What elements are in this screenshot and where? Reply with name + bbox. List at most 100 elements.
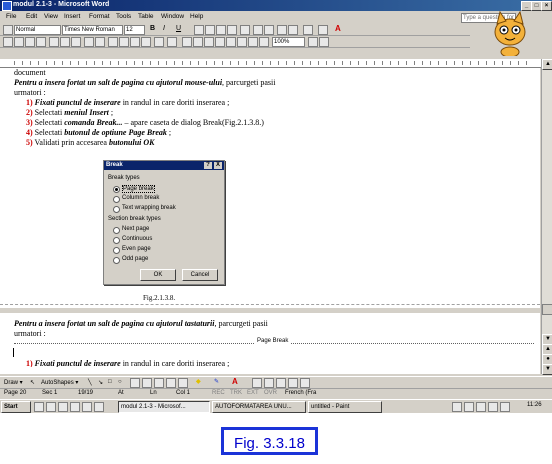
option-even-page[interactable]: Even page [122,246,151,252]
show-hide-icon[interactable] [259,37,269,47]
research-icon[interactable] [95,37,105,47]
line-spacing-icon[interactable] [240,25,250,35]
italic-button[interactable]: I [163,25,165,32]
quicklaunch-desktop-icon[interactable] [46,402,56,412]
copy-icon[interactable] [119,37,129,47]
justify-icon[interactable] [227,25,237,35]
arrow-icon[interactable]: ↘ [98,379,103,386]
print-preview-icon[interactable] [71,37,81,47]
decrease-indent-icon[interactable] [277,25,287,35]
scroll-up-button[interactable]: ▲ [542,59,552,70]
close-button[interactable]: × [541,1,552,11]
align-left-icon[interactable] [194,25,204,35]
radio-even-page[interactable] [113,247,120,254]
ok-button[interactable]: OK [140,269,176,281]
hyperlink-icon[interactable] [182,37,192,47]
paste-icon[interactable] [130,37,140,47]
print-icon[interactable] [60,37,70,47]
shadow-style-icon[interactable] [288,378,298,388]
radio-odd-page[interactable] [113,257,120,264]
tray-volume-icon[interactable] [476,402,486,412]
new-icon[interactable] [3,37,13,47]
dash-style-icon[interactable] [264,378,274,388]
align-center-icon[interactable] [205,25,215,35]
vertical-scrollbar[interactable]: ▲ ▼ ▲ ● ▼ [541,59,552,375]
oval-icon[interactable]: ○ [118,379,122,385]
cut-icon[interactable] [108,37,118,47]
quicklaunch-outlook-icon[interactable] [58,402,68,412]
status-ovr[interactable]: OVR [264,390,277,396]
tray-language-icon[interactable] [488,402,498,412]
autoshapes-menu[interactable]: AutoShapes ▾ [41,379,78,386]
read-icon[interactable] [319,37,329,47]
font-color-icon[interactable]: A [335,24,341,33]
status-rec[interactable]: REC [212,390,225,396]
tray-misc-icon[interactable] [500,402,510,412]
drawing-icon[interactable] [237,37,247,47]
quicklaunch-word-icon[interactable] [82,402,92,412]
line-color-icon[interactable]: ✎ [214,378,219,385]
line-icon[interactable]: ╲ [88,379,92,386]
undo-icon[interactable] [154,37,164,47]
menu-format[interactable]: Format [89,13,110,20]
clip-art-icon[interactable] [166,378,176,388]
help-icon[interactable] [308,37,318,47]
spelling-icon[interactable] [84,37,94,47]
option-next-page[interactable]: Next page [122,226,149,232]
diagram-icon[interactable] [154,378,164,388]
radio-column-break[interactable] [113,196,120,203]
task-paint[interactable]: untitled - Paint [308,401,382,413]
numbering-icon[interactable] [253,25,263,35]
text-box-icon[interactable] [130,378,140,388]
option-page-break[interactable]: Page break [122,185,155,193]
select-objects-icon[interactable]: ↖ [30,379,35,386]
document-map-icon[interactable] [248,37,258,47]
next-page-button[interactable]: ▼ [542,364,552,375]
wordart-icon[interactable] [142,378,152,388]
task-autoformatarea[interactable]: AUTOFORMATAREA UNU... [212,401,306,413]
dialog-help-button[interactable]: ? [204,162,212,169]
quicklaunch-access-icon[interactable] [94,402,104,412]
zoom-select[interactable]: 100% [272,37,305,47]
3d-style-icon[interactable] [300,378,310,388]
quicklaunch-excel-icon[interactable] [70,402,80,412]
font-size-select[interactable]: 12 [124,25,145,35]
dialog-close-button[interactable]: X [214,162,222,169]
font-select[interactable]: Times New Roman [62,25,123,35]
bullets-icon[interactable] [264,25,274,35]
status-trk[interactable]: TRK [230,390,242,396]
highlight-icon[interactable] [318,25,328,35]
tables-borders-icon[interactable] [193,37,203,47]
option-odd-page[interactable]: Odd page [122,256,148,262]
task-word[interactable]: modul 2.1-3 - Microsof... [118,401,210,413]
arrow-style-icon[interactable] [276,378,286,388]
underline-button[interactable]: U [176,25,181,32]
insert-excel-icon[interactable] [215,37,225,47]
scroll-thumb[interactable] [542,304,552,315]
line-style-icon[interactable] [252,378,262,388]
menu-table[interactable]: Table [138,13,154,20]
status-ext[interactable]: EXT [247,390,259,396]
increase-indent-icon[interactable] [288,25,298,35]
columns-icon[interactable] [226,37,236,47]
rectangle-icon[interactable]: □ [108,379,112,385]
redo-icon[interactable] [167,37,177,47]
open-icon[interactable] [14,37,24,47]
radio-continuous[interactable] [113,237,120,244]
menu-edit[interactable]: Edit [26,13,37,20]
start-button[interactable]: Start [1,401,31,413]
style-select[interactable]: Normal [14,25,61,35]
menu-help[interactable]: Help [190,13,203,20]
tray-network-icon[interactable] [452,402,462,412]
menu-window[interactable]: Window [161,13,184,20]
picture-icon[interactable] [178,378,188,388]
border-icon[interactable] [303,25,313,35]
option-column-break[interactable]: Column break [122,195,159,201]
menu-tools[interactable]: Tools [116,13,131,20]
cancel-button[interactable]: Cancel [182,269,218,281]
bold-button[interactable]: B [150,25,155,32]
fill-color-icon[interactable]: ◆ [196,378,201,385]
insert-table-icon[interactable] [204,37,214,47]
radio-next-page[interactable] [113,227,120,234]
office-assistant-cat-icon[interactable] [480,10,540,56]
